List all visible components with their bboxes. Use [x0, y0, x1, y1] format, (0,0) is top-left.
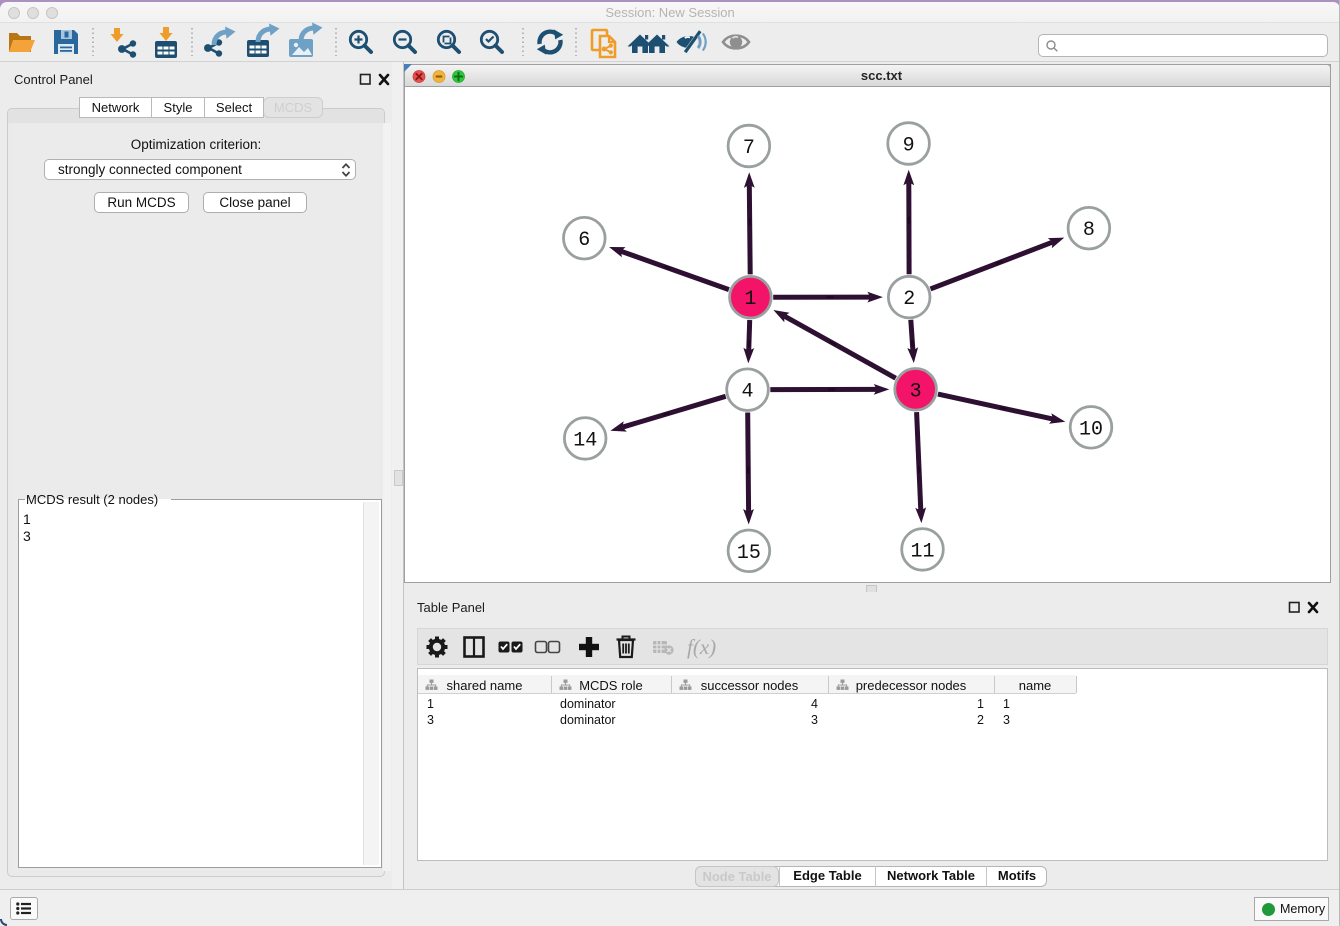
svg-text:10: 10 — [1079, 418, 1103, 441]
svg-text:6: 6 — [578, 229, 590, 252]
svg-text:4: 4 — [741, 381, 753, 404]
svg-text:14: 14 — [573, 429, 597, 452]
svg-text:2: 2 — [903, 288, 915, 311]
svg-text:9: 9 — [903, 135, 915, 158]
svg-text:3: 3 — [910, 380, 922, 403]
svg-text:8: 8 — [1083, 219, 1095, 242]
svg-text:f(x): f(x) — [687, 635, 716, 659]
svg-text:7: 7 — [743, 137, 755, 160]
svg-text:11: 11 — [910, 540, 934, 563]
svg-text:1: 1 — [744, 288, 756, 311]
svg-text:15: 15 — [737, 542, 761, 565]
